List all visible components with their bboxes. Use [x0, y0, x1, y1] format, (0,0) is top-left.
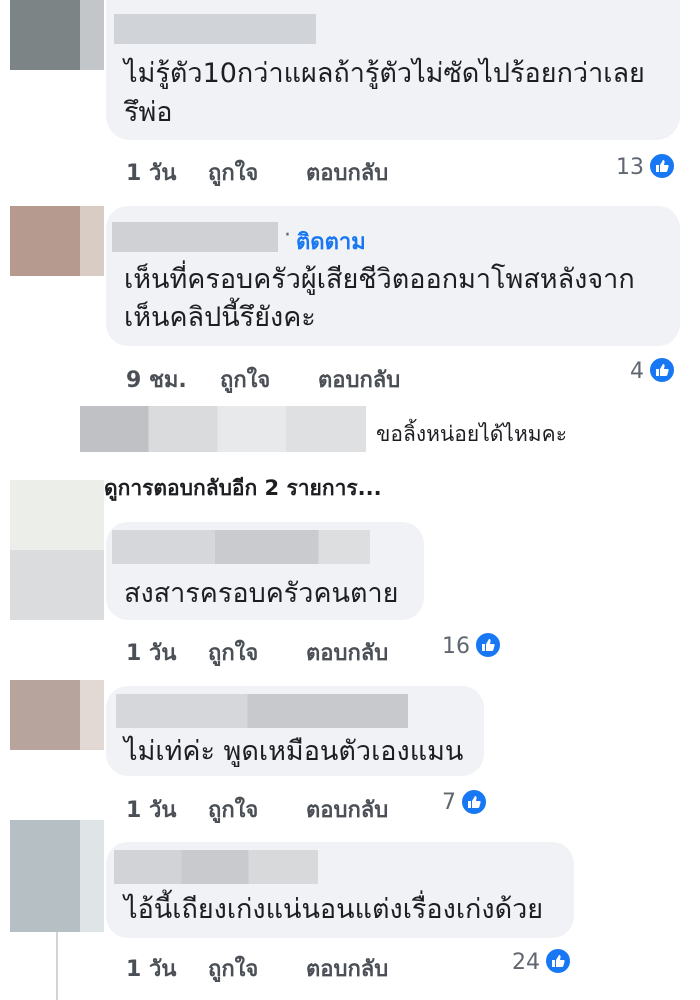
- comment-time[interactable]: 9 ชม.: [126, 362, 187, 397]
- reply-button[interactable]: ตอบกลับ: [306, 951, 388, 986]
- separator-dot: ·: [284, 223, 291, 248]
- comment-bubble: ไอ้นี้เถียงเก่งแน่นอนแต่งเรื่องเก่งด้วย: [106, 842, 574, 938]
- comment-bubble: ไม่รู้ตัว10กว่าแผลถ้ารู้ตัวไม่ซัดไปร้อยก…: [106, 0, 680, 140]
- comment-text: ไม่รู้ตัว10กว่าแผลถ้ารู้ตัวไม่ซัดไปร้อยก…: [124, 58, 645, 89]
- comment-bubble: · ติดตาม เห็นที่ครอบครัวผู้เสียชีวิตออกม…: [106, 206, 680, 346]
- blurred-username: [114, 14, 316, 44]
- thumbs-up-icon: [544, 947, 572, 975]
- avatar[interactable]: [10, 480, 104, 620]
- like-button[interactable]: ถูกใจ: [208, 792, 258, 827]
- like-button[interactable]: ถูกใจ: [208, 635, 258, 670]
- follow-button[interactable]: ติดตาม: [296, 224, 366, 259]
- thumbs-up-icon: [648, 152, 676, 180]
- reply-button[interactable]: ตอบกลับ: [306, 792, 388, 827]
- view-more-replies-link[interactable]: ดูการตอบกลับอีก 2 รายการ...: [104, 472, 382, 505]
- comment-time[interactable]: 1 วัน: [126, 635, 176, 670]
- blurred-reply-author: [80, 406, 366, 452]
- blurred-username: [112, 530, 370, 564]
- like-button[interactable]: ถูกใจ: [208, 155, 258, 190]
- reaction-count[interactable]: 7: [426, 790, 456, 815]
- like-button[interactable]: ถูกใจ: [208, 951, 258, 986]
- thumbs-up-icon: [648, 356, 676, 384]
- avatar[interactable]: [10, 0, 104, 70]
- reaction-count[interactable]: 16: [430, 634, 470, 659]
- reply-text: ขอลิ้งหน่อยได้ไหมคะ: [376, 422, 567, 446]
- comment-time[interactable]: 1 วัน: [126, 792, 176, 827]
- reply-button[interactable]: ตอบกลับ: [318, 362, 400, 397]
- thumbs-up-icon: [460, 788, 488, 816]
- thumbs-up-icon: [474, 631, 502, 659]
- comment-text: ไม่เท่ค่ะ พูดเหมือนตัวเองแมน: [124, 736, 464, 767]
- blurred-username: [112, 222, 278, 252]
- comment-time[interactable]: 1 วัน: [126, 155, 176, 190]
- blurred-username: [114, 850, 318, 884]
- avatar[interactable]: [10, 680, 104, 750]
- comment-text: เห็นคลิปนี้รึยังคะ: [124, 302, 316, 333]
- reply-button[interactable]: ตอบกลับ: [306, 635, 388, 670]
- avatar[interactable]: [10, 820, 104, 932]
- comment-time[interactable]: 1 วัน: [126, 951, 176, 986]
- like-button[interactable]: ถูกใจ: [220, 362, 270, 397]
- comment-text: ไอ้นี้เถียงเก่งแน่นอนแต่งเรื่องเก่งด้วย: [124, 894, 544, 925]
- reaction-count[interactable]: 4: [600, 359, 644, 384]
- reaction-count[interactable]: 24: [500, 950, 540, 975]
- avatar[interactable]: [10, 206, 104, 276]
- comment-bubble: สงสารครอบครัวคนตาย: [106, 522, 424, 620]
- comment-bubble: ไม่เท่ค่ะ พูดเหมือนตัวเองแมน: [106, 686, 484, 776]
- comment-text: รึพ่อ: [124, 97, 173, 128]
- reply-button[interactable]: ตอบกลับ: [306, 155, 388, 190]
- comment-text: สงสารครอบครัวคนตาย: [124, 578, 399, 609]
- thread-line: [56, 932, 58, 1000]
- reaction-count[interactable]: 13: [600, 155, 644, 180]
- blurred-username: [116, 694, 408, 728]
